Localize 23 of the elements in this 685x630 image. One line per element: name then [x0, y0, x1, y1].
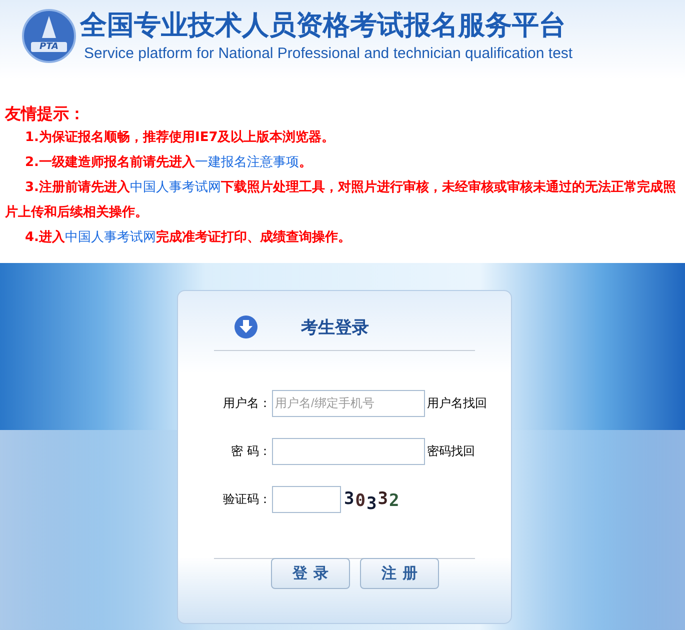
tips-title: 友情提示：: [5, 103, 86, 125]
tip-text: 3.注册前请先进入中国人事考试网下载照片处理工具，对照片进行审核，未经审核或审核未通过的无法正常完成照片上传和后续相关操作。: [5, 178, 677, 222]
field-label: 验证码：: [222, 490, 271, 508]
captcha-field[interactable]: [272, 486, 341, 512]
logo-text: PTA: [31, 42, 67, 52]
login-button[interactable]: 登录: [271, 558, 350, 589]
recover-link[interactable]: 用户名找回: [427, 394, 487, 412]
site-title: 全国专业技术人员资格考试报名服务平台: [80, 9, 567, 43]
login-title: 考生登录: [301, 316, 369, 338]
field-label: 密 码：: [230, 442, 271, 460]
username-field[interactable]: 用户名/绑定手机号: [272, 390, 425, 416]
tip-text: 4.进入中国人事考试网完成准考证打印、成绩查询操作。: [24, 228, 352, 247]
register-button[interactable]: 注册: [360, 558, 439, 589]
tip-text: 2.一级建造师报名前请先进入一建报名注意事项。: [24, 154, 313, 172]
field-label: 用户名：: [222, 394, 271, 412]
captcha-image[interactable]: 30332: [344, 489, 400, 509]
recover-link[interactable]: 密码找回: [427, 442, 475, 460]
password-field[interactable]: [272, 438, 425, 464]
tip-link[interactable]: 中国人事考试网: [64, 230, 156, 245]
site-subtitle: Service platform for National Professional and technician qualification test: [84, 44, 573, 64]
tip-text: 1.为保证报名顺畅，推荐使用IE7及以上版本浏览器。: [24, 128, 336, 147]
tip-link[interactable]: 一建报名注意事项: [194, 155, 299, 170]
tip-link[interactable]: 中国人事考试网: [130, 180, 221, 195]
